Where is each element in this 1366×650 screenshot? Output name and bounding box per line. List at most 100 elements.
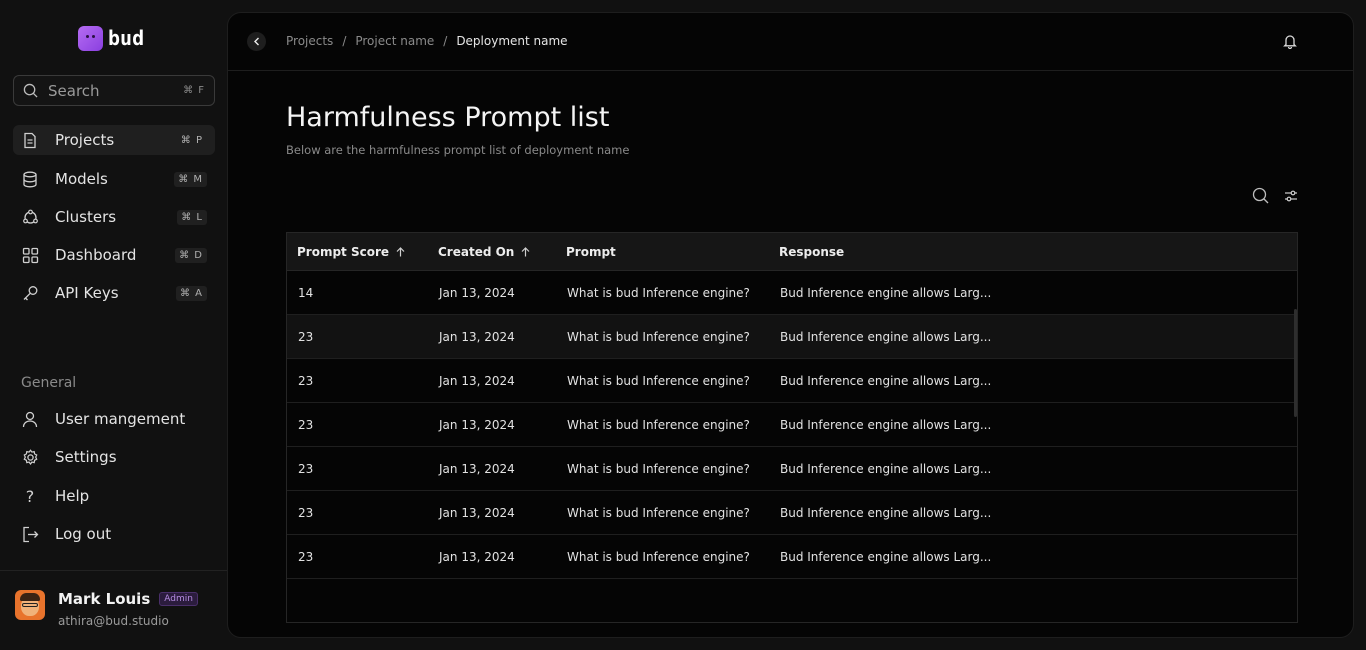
sidebar-item-projects[interactable]: Projects ⌘ P (13, 125, 215, 155)
shortcut-hint: ⌘ A (175, 285, 207, 301)
search-shortcut: ⌘ F (183, 85, 205, 96)
sidebar: bud Search ⌘ F Projects ⌘ P Models ⌘ M C… (0, 0, 227, 650)
column-header-created-on[interactable]: Created On (428, 245, 556, 259)
column-label: Prompt (566, 244, 616, 259)
top-bar: Projects / Project name / Deployment nam… (228, 13, 1353, 71)
cell-created-on: Jan 13, 2024 (439, 329, 515, 344)
cell-created-on: Jan 13, 2024 (439, 549, 515, 564)
bud-logo-icon (78, 25, 103, 51)
sort-arrow-up-icon[interactable] (521, 246, 530, 257)
section-label-general: General (21, 375, 77, 391)
search-label: Search (48, 81, 100, 100)
table-scrollbar[interactable] (1294, 309, 1297, 417)
column-header-prompt-score[interactable]: Prompt Score (287, 245, 428, 259)
table-row[interactable]: 14 Jan 13, 2024 What is bud Inference en… (287, 271, 1297, 315)
grid-icon (21, 246, 39, 264)
cell-response: Bud Inference engine allows Larg... (780, 329, 992, 344)
sidebar-item-api-keys[interactable]: API Keys ⌘ A (13, 278, 215, 308)
sidebar-item-label: Projects (55, 131, 115, 149)
sidebar-item-label: Dashboard (55, 246, 137, 264)
logout-icon (21, 525, 39, 543)
sidebar-item-models[interactable]: Models ⌘ M (13, 164, 215, 194)
chevron-left-icon (253, 37, 259, 46)
cell-prompt-score: 23 (298, 549, 314, 564)
filter-sliders-icon[interactable] (1284, 188, 1298, 207)
breadcrumb: Projects / Project name / Deployment nam… (286, 34, 568, 48)
sidebar-item-user-management[interactable]: User mangement (13, 404, 215, 434)
sidebar-item-logout[interactable]: Log out (13, 519, 215, 549)
sidebar-item-label: Log out (55, 525, 112, 543)
sidebar-item-settings[interactable]: Settings (13, 442, 215, 472)
cell-response: Bud Inference engine allows Larg... (780, 461, 992, 476)
profile-name: Mark Louis (58, 590, 151, 608)
sidebar-divider (0, 570, 227, 571)
column-header-prompt: Prompt (556, 245, 769, 259)
database-icon (21, 170, 39, 188)
table-row[interactable]: 23 Jan 13, 2024 What is bud Inference en… (287, 535, 1297, 579)
cell-prompt: What is bud Inference engine? (567, 461, 750, 476)
shortcut-hint: ⌘ P (180, 134, 203, 146)
main-panel: Projects / Project name / Deployment nam… (227, 12, 1354, 638)
shortcut-hint: ⌘ L (177, 209, 207, 225)
cell-response: Bud Inference engine allows Larg... (780, 505, 992, 520)
column-label: Prompt Score (297, 244, 390, 259)
breadcrumb-separator: / (342, 34, 347, 48)
sidebar-item-label: Models (55, 170, 108, 188)
cell-prompt: What is bud Inference engine? (567, 329, 750, 344)
search-icon (23, 83, 38, 98)
user-icon (21, 410, 39, 428)
gear-icon (21, 448, 39, 466)
app-logo[interactable]: bud (78, 25, 144, 51)
table-row[interactable]: 23 Jan 13, 2024 What is bud Inference en… (287, 403, 1297, 447)
sort-arrow-up-icon[interactable] (396, 246, 405, 257)
sidebar-item-clusters[interactable]: Clusters ⌘ L (13, 202, 215, 232)
notification-bell-icon[interactable] (1283, 33, 1297, 53)
sidebar-item-label: User mangement (55, 410, 186, 428)
cell-prompt: What is bud Inference engine? (567, 285, 750, 300)
sidebar-item-label: Clusters (55, 208, 117, 226)
page-title: Harmfulness Prompt list (286, 102, 610, 133)
column-label: Created On (438, 244, 515, 259)
page-subtitle: Below are the harmfulness prompt list of… (286, 143, 630, 157)
cell-created-on: Jan 13, 2024 (439, 505, 515, 520)
avatar (15, 590, 45, 620)
cell-created-on: Jan 13, 2024 (439, 285, 515, 300)
user-profile[interactable]: Mark Louis Admin athira@bud.studio (15, 590, 198, 628)
cell-response: Bud Inference engine allows Larg... (780, 417, 992, 432)
table-search-icon[interactable] (1252, 187, 1269, 208)
question-icon: ? (25, 486, 35, 506)
cluster-icon (21, 208, 39, 226)
cell-prompt: What is bud Inference engine? (567, 505, 750, 520)
sidebar-item-help[interactable]: ? Help (13, 481, 215, 511)
logo-text: bud (108, 26, 145, 50)
cell-created-on: Jan 13, 2024 (439, 417, 515, 432)
cell-prompt-score: 23 (298, 505, 314, 520)
table-header: Prompt Score Created On Prompt Response (287, 233, 1297, 271)
breadcrumb-deployment-name: Deployment name (456, 34, 568, 48)
breadcrumb-project-name[interactable]: Project name (355, 34, 434, 48)
cell-response: Bud Inference engine allows Larg... (780, 285, 992, 300)
prompt-table: Prompt Score Created On Prompt Response … (286, 232, 1298, 623)
cell-prompt-score: 23 (298, 417, 314, 432)
cell-prompt: What is bud Inference engine? (567, 417, 750, 432)
back-button[interactable] (247, 32, 266, 51)
table-row[interactable]: 23 Jan 13, 2024 What is bud Inference en… (287, 447, 1297, 491)
cell-response: Bud Inference engine allows Larg... (780, 373, 992, 388)
table-row[interactable]: 23 Jan 13, 2024 What is bud Inference en… (287, 359, 1297, 403)
key-icon (21, 284, 39, 302)
cell-prompt-score: 23 (298, 461, 314, 476)
profile-email: athira@bud.studio (58, 614, 169, 628)
breadcrumb-separator: / (443, 34, 448, 48)
column-label: Response (779, 244, 845, 259)
role-badge: Admin (159, 592, 198, 606)
sidebar-item-label: Help (55, 487, 90, 505)
table-row[interactable]: 23 Jan 13, 2024 What is bud Inference en… (287, 315, 1297, 359)
table-row[interactable]: 23 Jan 13, 2024 What is bud Inference en… (287, 491, 1297, 535)
cell-prompt: What is bud Inference engine? (567, 373, 750, 388)
cell-response: Bud Inference engine allows Larg... (780, 549, 992, 564)
sidebar-search[interactable]: Search ⌘ F (13, 75, 215, 106)
column-header-response: Response (769, 245, 1297, 259)
breadcrumb-projects[interactable]: Projects (286, 34, 333, 48)
cell-prompt-score: 14 (298, 285, 314, 300)
sidebar-item-dashboard[interactable]: Dashboard ⌘ D (13, 240, 215, 270)
